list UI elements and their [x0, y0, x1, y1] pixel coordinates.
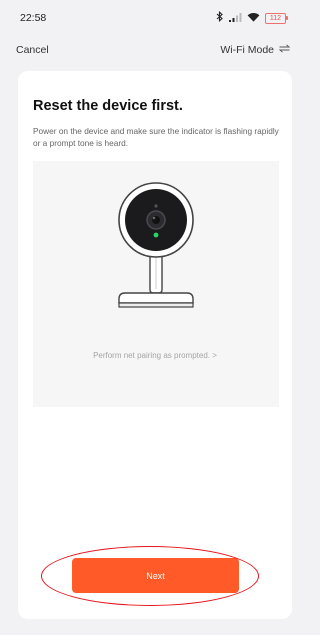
nav-bar: Cancel Wi-Fi Mode: [0, 36, 302, 64]
pairing-link[interactable]: Perform net pairing as prompted. >: [18, 351, 292, 360]
battery-icon: 112: [265, 12, 288, 24]
signal-icon: [229, 12, 242, 25]
camera-illustration: [33, 161, 279, 407]
battery-level: 112: [269, 14, 282, 22]
status-bar: 22:58 112: [0, 0, 302, 36]
status-time: 22:58: [20, 12, 47, 24]
instruction-text: Power on the device and make sure the in…: [33, 126, 279, 148]
content-card: Reset the device first. Power on the dev…: [18, 71, 292, 619]
next-button[interactable]: Next: [72, 558, 239, 593]
wifi-icon: [247, 12, 260, 25]
swap-icon: [278, 44, 291, 56]
wifi-mode-switch[interactable]: Wi-Fi Mode: [220, 44, 291, 56]
chevron-right-icon: >: [212, 351, 217, 360]
cancel-button[interactable]: Cancel: [16, 44, 49, 56]
page-title: Reset the device first.: [33, 98, 183, 114]
pairing-link-text: Perform net pairing as prompted.: [93, 351, 211, 360]
wifi-mode-label: Wi-Fi Mode: [220, 44, 274, 56]
bluetooth-icon: [216, 10, 224, 25]
indicator-led: [153, 232, 159, 238]
status-icons: 112: [216, 10, 288, 25]
